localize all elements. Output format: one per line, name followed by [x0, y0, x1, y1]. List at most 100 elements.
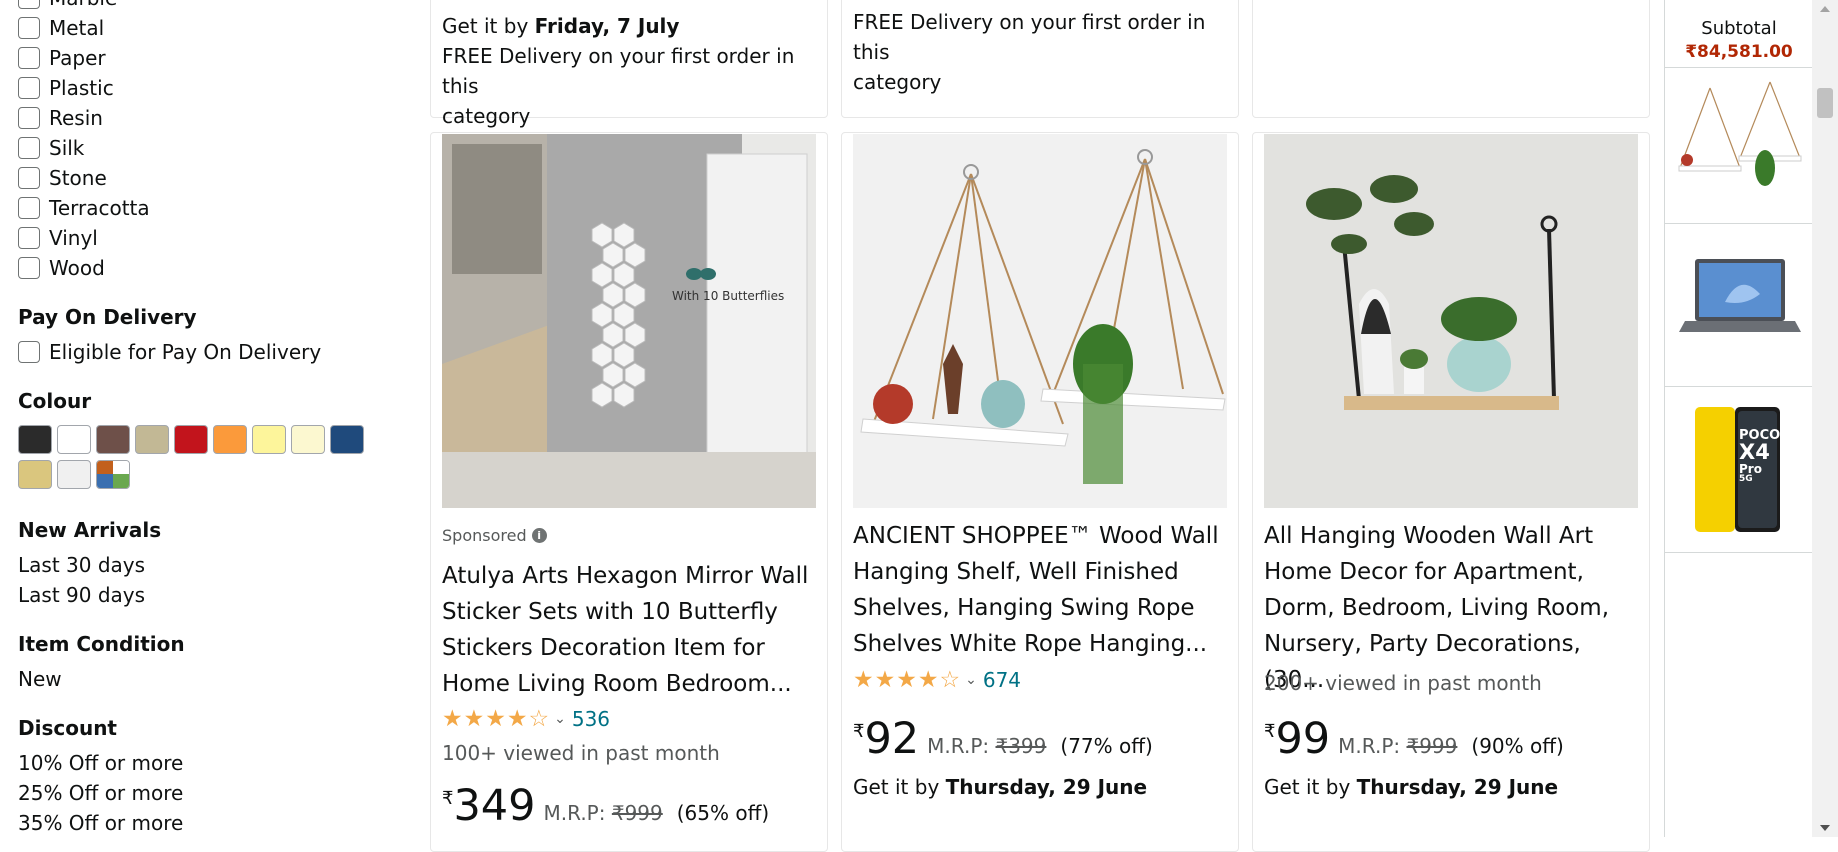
scroll-down-arrow-icon[interactable] — [1820, 825, 1830, 831]
filter-condition-new[interactable]: New — [18, 667, 62, 691]
filter-discount-25[interactable]: 25% Off or more — [18, 781, 183, 805]
colour-swatch[interactable] — [18, 425, 52, 454]
product-image-swing-shelf[interactable] — [853, 134, 1227, 508]
mrp-strikethrough: ₹999 — [611, 801, 663, 825]
cart-sidebar: Subtotal ₹84,581.00 POCO X4 Pro 5G — [1664, 0, 1813, 837]
colour-swatch[interactable] — [135, 425, 169, 454]
cart-item-hanging-shelf[interactable] — [1665, 67, 1813, 224]
viewed-count: 200+ viewed in past month — [1264, 671, 1542, 695]
filter-label: Plastic — [49, 76, 114, 100]
price-block[interactable]: ₹ 99 M.R.P: ₹999 (90% off) — [1264, 714, 1564, 764]
filter-material-vinyl[interactable]: Vinyl — [18, 224, 98, 252]
cart-subtotal-value: ₹84,581.00 — [1685, 42, 1793, 62]
rating-stars[interactable]: ★★★★☆ ⌄ 536 — [442, 706, 610, 732]
filter-material-marble[interactable]: Marble — [18, 0, 117, 12]
delivery-info: FREE Delivery on your first order in thi… — [853, 10, 1206, 94]
pay-on-delivery-heading: Pay On Delivery — [18, 305, 197, 329]
product-card-previous — [1252, 0, 1650, 118]
checkbox[interactable] — [18, 197, 40, 219]
checkbox[interactable] — [18, 0, 40, 9]
filter-label: Vinyl — [49, 226, 98, 250]
discount-heading: Discount — [18, 716, 117, 740]
filter-material-plastic[interactable]: Plastic — [18, 74, 114, 102]
product-card-previous: Get it by Friday, 7 July FREE Delivery o… — [430, 0, 828, 128]
colour-swatch[interactable] — [291, 425, 325, 454]
filter-label: Metal — [49, 16, 105, 40]
filter-material-stone[interactable]: Stone — [18, 164, 107, 192]
vertical-scrollbar[interactable] — [1812, 0, 1838, 837]
checkbox[interactable] — [18, 137, 40, 159]
filter-pay-on-delivery[interactable]: Eligible for Pay On Delivery — [18, 338, 321, 366]
filter-material-resin[interactable]: Resin — [18, 104, 103, 132]
colour-swatch[interactable] — [57, 460, 91, 489]
phone-label: POCO X4 Pro 5G — [1739, 428, 1781, 484]
delivery-info: Get it by Thursday, 29 June — [853, 775, 1148, 799]
swing-shelf-scene — [853, 134, 1227, 508]
colour-swatch[interactable] — [174, 425, 208, 454]
checkbox[interactable] — [18, 257, 40, 279]
image-overlay-text: With 10 Butterflies — [672, 289, 784, 303]
filter-last-90-days[interactable]: Last 90 days — [18, 583, 145, 607]
cart-item-phone[interactable]: POCO X4 Pro 5G — [1665, 386, 1813, 553]
scrollbar-thumb[interactable] — [1817, 88, 1833, 118]
scroll-up-arrow-icon[interactable] — [1820, 6, 1830, 12]
rating-stars[interactable]: ★★★★☆ ⌄ 674 — [853, 667, 1021, 693]
colour-swatch[interactable] — [18, 460, 52, 489]
product-image-mirror-stickers[interactable]: With 10 Butterflies — [442, 134, 816, 508]
colour-swatch[interactable] — [213, 425, 247, 454]
chevron-down-icon[interactable]: ⌄ — [554, 711, 566, 727]
filter-label: Paper — [49, 46, 106, 70]
price-block[interactable]: ₹ 349 M.R.P: ₹999 (65% off) — [442, 781, 769, 831]
filter-label: Eligible for Pay On Delivery — [49, 340, 322, 364]
checkbox[interactable] — [18, 341, 40, 363]
hanging-shelf-thumbnail — [1678, 81, 1802, 186]
colour-swatch-multi[interactable] — [96, 460, 130, 489]
info-icon[interactable]: i — [531, 528, 547, 543]
filter-discount-10[interactable]: 10% Off or more — [18, 751, 183, 775]
rating-count-link[interactable]: 536 — [572, 707, 610, 731]
product-card: All Hanging Wooden Wall Art Home Decor f… — [1252, 132, 1650, 852]
discount-percent: (77% off) — [1060, 734, 1153, 758]
price: 349 — [453, 781, 536, 831]
product-card: ANCIENT SHOPPEE™ Wood Wall Hanging Shelf… — [841, 132, 1239, 852]
colour-swatch[interactable] — [252, 425, 286, 454]
mrp-strikethrough: ₹999 — [1406, 734, 1458, 758]
price-block[interactable]: ₹ 92 M.R.P: ₹399 (77% off) — [853, 714, 1153, 764]
filter-label: Terracotta — [49, 196, 150, 220]
filter-label: Marble — [49, 0, 117, 10]
colour-heading: Colour — [18, 389, 92, 413]
filter-material-wood[interactable]: Wood — [18, 254, 105, 282]
checkbox[interactable] — [18, 47, 40, 69]
filter-label: Wood — [49, 256, 105, 280]
cart-item-laptop[interactable] — [1665, 223, 1813, 387]
product-image-wooden-wall-shelf[interactable] — [1264, 134, 1638, 508]
filter-discount-35[interactable]: 35% Off or more — [18, 811, 183, 835]
delivery-date: Thursday, 29 June — [945, 775, 1148, 799]
product-title-link[interactable]: Atulya Arts Hexagon Mirror Wall Sticker … — [442, 558, 822, 702]
sponsored-label[interactable]: Sponsored i — [442, 526, 547, 545]
colour-swatch[interactable] — [96, 425, 130, 454]
star-rating-icon: ★★★★☆ — [853, 667, 962, 693]
filter-last-30-days[interactable]: Last 30 days — [18, 553, 145, 577]
mrp-strikethrough: ₹399 — [995, 734, 1047, 758]
filter-material-paper[interactable]: Paper — [18, 44, 106, 72]
laptop-thumbnail — [1679, 259, 1801, 332]
checkbox[interactable] — [18, 107, 40, 129]
delivery-date: Friday, 7 July — [534, 14, 680, 38]
product-title-link[interactable]: ANCIENT SHOPPEE™ Wood Wall Hanging Shelf… — [853, 518, 1233, 662]
filter-material-metal[interactable]: Metal — [18, 14, 104, 42]
colour-swatch[interactable] — [57, 425, 91, 454]
colour-swatch[interactable] — [330, 425, 364, 454]
checkbox[interactable] — [18, 227, 40, 249]
chevron-down-icon[interactable]: ⌄ — [965, 672, 977, 688]
star-rating-icon: ★★★★☆ — [442, 706, 551, 732]
filter-material-terracotta[interactable]: Terracotta — [18, 194, 150, 222]
delivery-date: Thursday, 29 June — [1356, 775, 1559, 799]
checkbox[interactable] — [18, 77, 40, 99]
discount-percent: (65% off) — [676, 801, 770, 825]
checkbox[interactable] — [18, 167, 40, 189]
mirror-wall-scene: With 10 Butterflies — [442, 134, 816, 508]
filter-material-silk[interactable]: Silk — [18, 134, 84, 162]
checkbox[interactable] — [18, 17, 40, 39]
rating-count-link[interactable]: 674 — [983, 668, 1021, 692]
